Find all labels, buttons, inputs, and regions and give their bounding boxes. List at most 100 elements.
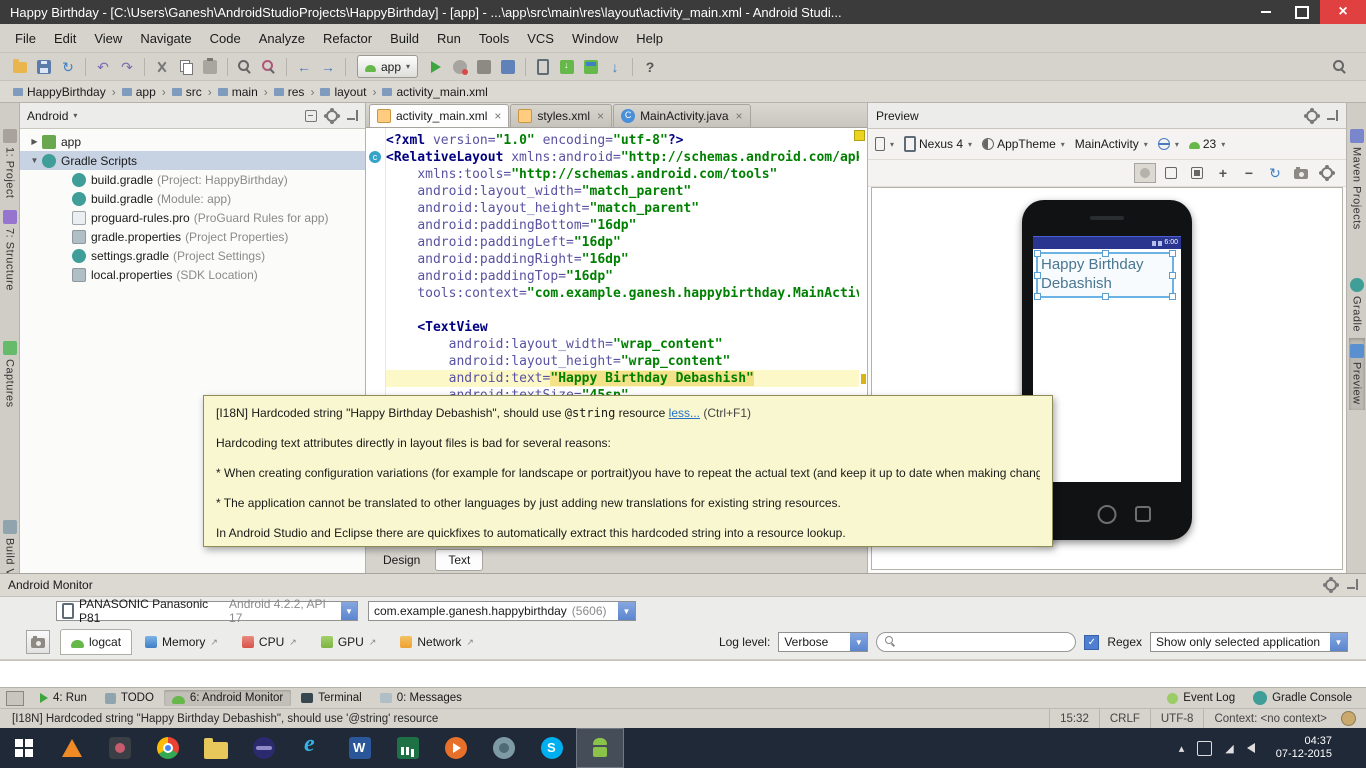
close-tab-icon[interactable]: × — [597, 109, 604, 123]
zoom-in-button[interactable]: + — [1212, 163, 1234, 183]
code-line[interactable]: <TextView — [386, 319, 859, 336]
code-line[interactable]: android:paddingLeft="16dp" — [386, 234, 859, 251]
project-view-selector[interactable]: Android — [27, 109, 68, 123]
logcat-filter-dropdown[interactable]: Show only selected application ▼ — [1150, 632, 1348, 652]
menu-run[interactable]: Run — [428, 27, 470, 50]
code-line[interactable]: android:layout_width="wrap_content" — [386, 336, 859, 353]
avd-manager-button[interactable] — [531, 56, 555, 78]
code-line[interactable]: <RelativeLayout xmlns:android="http://sc… — [386, 149, 859, 166]
breadcrumb-res[interactable]: res — [269, 83, 310, 101]
tree-item-local-properties-sdk-location[interactable]: local.properties(SDK Location) — [20, 265, 365, 284]
save-button[interactable] — [32, 56, 56, 78]
breadcrumb-main[interactable]: main — [213, 83, 263, 101]
selected-textview[interactable]: Happy Birthday Debashish — [1036, 252, 1174, 298]
menu-code[interactable]: Code — [201, 27, 250, 50]
tool-window-switcher-icon[interactable] — [6, 691, 24, 706]
warning-stripe-mark[interactable] — [861, 374, 866, 384]
resize-handle[interactable] — [1034, 293, 1041, 300]
preview-hide-icon[interactable] — [1327, 110, 1338, 121]
screenshot-button[interactable] — [1290, 163, 1312, 183]
taskbar-chrome[interactable] — [144, 728, 192, 768]
minimize-button[interactable] — [1248, 0, 1284, 24]
tree-item-proguard-rules-pro-proguard-rules-for-app[interactable]: proguard-rules.pro(ProGuard Rules for ap… — [20, 208, 365, 227]
tree-item-settings-gradle-project-settings[interactable]: settings.gradle(Project Settings) — [20, 246, 365, 265]
taskbar-android-tool[interactable] — [480, 728, 528, 768]
undo-button[interactable]: ↶ — [91, 56, 115, 78]
taskbar-clock[interactable]: 04:37 07-12-2015 — [1268, 735, 1340, 761]
screenshot-button[interactable] — [26, 630, 50, 654]
breadcrumb-happybirthday[interactable]: HappyBirthday — [8, 83, 111, 101]
attach-button[interactable] — [496, 56, 520, 78]
line-separator-indicator[interactable]: CRLF — [1099, 709, 1150, 728]
log-level-dropdown[interactable]: Verbose ▼ — [778, 632, 868, 652]
monitor-tab-logcat[interactable]: logcat — [60, 629, 132, 655]
cut-button[interactable] — [150, 56, 174, 78]
tool-window-0-messages[interactable]: 0: Messages — [372, 690, 470, 706]
tree-item-build-gradle-module-app[interactable]: build.gradle(Module: app) — [20, 189, 365, 208]
activity-selector[interactable]: MainActivity — [1075, 137, 1148, 151]
menu-tools[interactable]: Tools — [470, 27, 518, 50]
menu-help[interactable]: Help — [627, 27, 672, 50]
tree-item-build-gradle-project-happybirthday[interactable]: build.gradle(Project: HappyBirthday) — [20, 170, 365, 189]
logcat-output[interactable] — [0, 660, 1366, 689]
tool-tab-captures[interactable]: Captures — [2, 335, 18, 414]
monitor-settings-gear-icon[interactable] — [1325, 579, 1337, 591]
volume-icon[interactable] — [1247, 743, 1255, 753]
monitor-tab-memory[interactable]: Memory↗ — [134, 629, 229, 655]
locale-selector[interactable] — [1158, 138, 1179, 150]
device-monitor-button[interactable] — [579, 56, 603, 78]
code-line[interactable]: android:paddingTop="16dp" — [386, 268, 859, 285]
run-button[interactable] — [424, 56, 448, 78]
open-button[interactable] — [8, 56, 32, 78]
menu-window[interactable]: Window — [563, 27, 627, 50]
code-line[interactable]: android:layout_height="match_parent" — [386, 200, 859, 217]
taskbar-skype[interactable] — [528, 728, 576, 768]
code-line[interactable]: android:paddingBottom="16dp" — [386, 217, 859, 234]
tree-item-gradle-scripts[interactable]: ▼Gradle Scripts — [20, 151, 365, 170]
tool-window-6-android-monitor[interactable]: 6: Android Monitor — [164, 690, 291, 706]
tree-item-gradle-properties-project-properties[interactable]: gradle.properties(Project Properties) — [20, 227, 365, 246]
find-button[interactable] — [233, 56, 257, 78]
editor-tab-styles-xml[interactable]: styles.xml× — [510, 104, 612, 127]
settings-button[interactable] — [1316, 163, 1338, 183]
menu-analyze[interactable]: Analyze — [250, 27, 314, 50]
tab-design[interactable]: Design — [370, 549, 433, 571]
redo-button[interactable]: ↷ — [115, 56, 139, 78]
monitor-tab-network[interactable]: Network↗ — [389, 629, 485, 655]
breadcrumb-src[interactable]: src — [167, 83, 207, 101]
action-center-icon[interactable] — [1197, 741, 1212, 756]
logcat-search-input[interactable] — [903, 634, 1067, 650]
taskbar-excel[interactable] — [384, 728, 432, 768]
resize-handle[interactable] — [1169, 250, 1176, 257]
resize-handle[interactable] — [1169, 293, 1176, 300]
maximize-button[interactable] — [1284, 0, 1320, 24]
tab-text[interactable]: Text — [435, 549, 483, 571]
sync-button[interactable]: ↻ — [56, 56, 80, 78]
preview-settings-gear-icon[interactable] — [1306, 110, 1318, 122]
forward-button[interactable]: → — [316, 56, 340, 78]
inspection-status-icon[interactable] — [854, 130, 865, 141]
monitor-hide-icon[interactable] — [1347, 579, 1358, 590]
editor-tab-activity-main-xml[interactable]: activity_main.xml× — [369, 104, 509, 127]
device-dropdown[interactable]: PANASONIC Panasonic P81 Android 4.2.2, A… — [56, 601, 358, 621]
pan-button[interactable] — [1134, 163, 1156, 183]
tree-expand-icon[interactable]: ▼ — [28, 156, 41, 165]
coverage-button[interactable] — [472, 56, 496, 78]
code-line[interactable]: android:layout_height="wrap_content" — [386, 353, 859, 370]
tool-window-todo[interactable]: TODO — [97, 690, 162, 706]
device-selector[interactable]: Nexus 4 — [904, 136, 972, 152]
close-tab-icon[interactable]: × — [736, 109, 743, 123]
paste-button[interactable] — [198, 56, 222, 78]
less-link[interactable]: less... — [669, 406, 700, 420]
close-button[interactable]: × — [1320, 0, 1366, 24]
sdk-manager-button[interactable] — [555, 56, 579, 78]
vcs-update-button[interactable]: ↓ — [603, 56, 627, 78]
hide-panel-icon[interactable] — [347, 110, 358, 121]
breadcrumb-app[interactable]: app — [117, 83, 161, 101]
toolbar-search-button[interactable] — [1328, 56, 1352, 78]
settings-gear-icon[interactable] — [326, 110, 338, 122]
editor-tab-mainactivity-java[interactable]: MainActivity.java× — [613, 104, 751, 127]
resize-handle[interactable] — [1169, 272, 1176, 279]
monitor-tab-cpu[interactable]: CPU↗ — [231, 629, 308, 655]
tray-expand-icon[interactable]: ▴ — [1179, 742, 1185, 755]
